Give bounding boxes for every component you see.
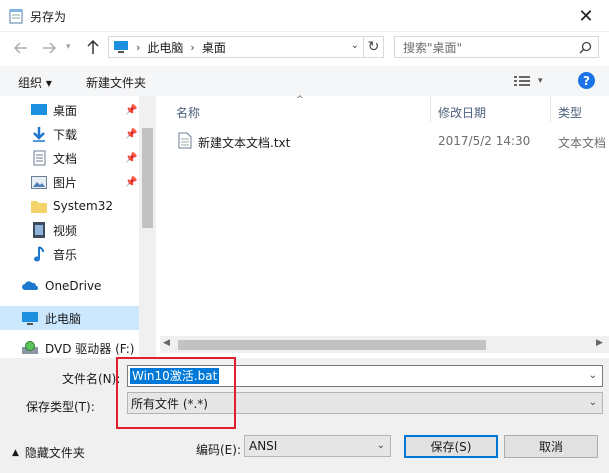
hide-folders-label: 隐藏文件夹: [24, 446, 85, 460]
back-arrow-icon[interactable]: [12, 39, 30, 57]
filetype-label: 保存类型(T):: [26, 400, 95, 414]
desktop-icon: [31, 102, 47, 118]
navigation-pane: 桌面 📌 下载 📌 文档 📌 图片 📌 System32 视频 音乐 OneDr…: [0, 96, 156, 358]
chevron-up-icon: ▲: [12, 447, 19, 458]
pin-icon: 📌: [125, 128, 138, 140]
chevron-down-icon[interactable]: ⌄: [589, 397, 597, 408]
encoding-label: 编码(E):: [196, 443, 241, 457]
nav-item-dvd[interactable]: DVD 驱动器 (F:) (: [0, 336, 143, 358]
nav-item-label: 此电脑: [45, 311, 82, 326]
nav-item-label: System32: [53, 199, 114, 213]
column-header-date[interactable]: 修改日期: [438, 104, 486, 121]
address-bar[interactable]: › 此电脑 › 桌面 ⌄: [108, 36, 364, 58]
nav-item-music[interactable]: 音乐: [0, 242, 139, 266]
chevron-right-icon: ›: [136, 40, 141, 54]
scroll-right-icon[interactable]: ▶: [596, 338, 603, 348]
chevron-right-icon: ›: [190, 40, 195, 54]
new-folder-button[interactable]: 新建文件夹: [86, 74, 146, 91]
nav-item-label: 视频: [53, 223, 78, 238]
close-button[interactable]: ✕: [572, 4, 600, 28]
file-type: 文本文档: [558, 136, 607, 150]
nav-item-videos[interactable]: 视频: [0, 218, 139, 242]
music-icon: [31, 246, 47, 262]
video-icon: [31, 222, 47, 238]
nav-item-system32[interactable]: System32: [0, 194, 139, 218]
encoding-select[interactable]: ANSI ⌄: [244, 435, 391, 457]
pin-icon: 📌: [125, 104, 138, 116]
nav-scrollbar-thumb[interactable]: [142, 128, 153, 228]
folder-icon: [31, 198, 47, 214]
search-input[interactable]: 搜索"桌面": [394, 36, 599, 58]
download-icon: [31, 126, 47, 142]
text-file-icon: [178, 132, 192, 149]
nav-item-downloads[interactable]: 下载 📌: [0, 122, 139, 146]
chevron-down-icon: ▾: [538, 76, 543, 86]
nav-item-label: DVD 驱动器 (F:) (: [45, 341, 143, 356]
pin-icon: 📌: [125, 176, 138, 188]
nav-item-label: 文档: [53, 151, 78, 166]
save-button[interactable]: 保存(S): [404, 435, 498, 458]
file-name: 新建文本文档.txt: [198, 136, 291, 150]
search-icon: [579, 41, 592, 54]
horizontal-scrollbar-thumb[interactable]: [178, 340, 486, 350]
chevron-down-icon[interactable]: ⌄: [377, 440, 385, 451]
nav-item-documents[interactable]: 文档 📌: [0, 146, 139, 170]
nav-item-onedrive[interactable]: OneDrive: [0, 274, 139, 298]
annotation-highlight-box: [116, 357, 236, 429]
nav-item-pictures[interactable]: 图片 📌: [0, 170, 139, 194]
column-header-name[interactable]: 名称: [176, 104, 200, 121]
search-placeholder: 搜索"桌面": [403, 40, 463, 55]
chevron-down-icon[interactable]: ⌄: [351, 40, 359, 51]
hide-folders-toggle[interactable]: ▲ 隐藏文件夹: [12, 444, 85, 461]
picture-icon: [31, 174, 47, 190]
up-arrow-icon[interactable]: [84, 38, 102, 56]
pc-icon: [22, 310, 38, 326]
encoding-value: ANSI: [249, 439, 278, 453]
help-button[interactable]: ?: [578, 72, 595, 89]
scroll-left-icon[interactable]: ◀: [163, 338, 170, 348]
sort-ascending-icon: ^: [296, 95, 304, 105]
refresh-icon[interactable]: ↻: [364, 36, 384, 58]
pin-icon: 📌: [125, 152, 138, 164]
view-options-button[interactable]: ▾: [514, 72, 552, 90]
column-divider[interactable]: [430, 96, 431, 122]
nav-item-label: OneDrive: [45, 279, 102, 293]
pc-icon: [113, 41, 129, 53]
title-bar: [0, 0, 609, 32]
column-header-type[interactable]: 类型: [558, 104, 582, 121]
view-list-icon: [514, 76, 530, 86]
filename-label: 文件名(N):: [62, 372, 121, 386]
column-divider[interactable]: [550, 96, 551, 122]
organize-button[interactable]: 组织 ▾: [18, 74, 52, 91]
file-date: 2017/5/2 14:30: [438, 134, 531, 148]
nav-item-this-pc[interactable]: 此电脑: [0, 306, 139, 330]
cancel-button[interactable]: 取消: [504, 435, 598, 458]
forward-arrow-icon[interactable]: [40, 39, 58, 57]
nav-item-desktop[interactable]: 桌面 📌: [0, 98, 139, 122]
nav-item-label: 图片: [53, 175, 78, 190]
window-title: 另存为: [30, 10, 67, 24]
notepad-icon: [9, 8, 23, 24]
nav-item-label: 音乐: [53, 247, 78, 262]
chevron-down-icon[interactable]: ⌄: [589, 370, 597, 381]
nav-item-label: 桌面: [53, 103, 78, 118]
nav-item-label: 下载: [53, 127, 78, 142]
recent-locations-icon[interactable]: ▾: [66, 40, 78, 54]
document-icon: [31, 150, 47, 166]
breadcrumb-pc[interactable]: 此电脑: [147, 39, 183, 56]
breadcrumb-desktop[interactable]: 桌面: [202, 39, 226, 56]
cloud-icon: [22, 278, 38, 294]
dvd-icon: [22, 340, 38, 356]
